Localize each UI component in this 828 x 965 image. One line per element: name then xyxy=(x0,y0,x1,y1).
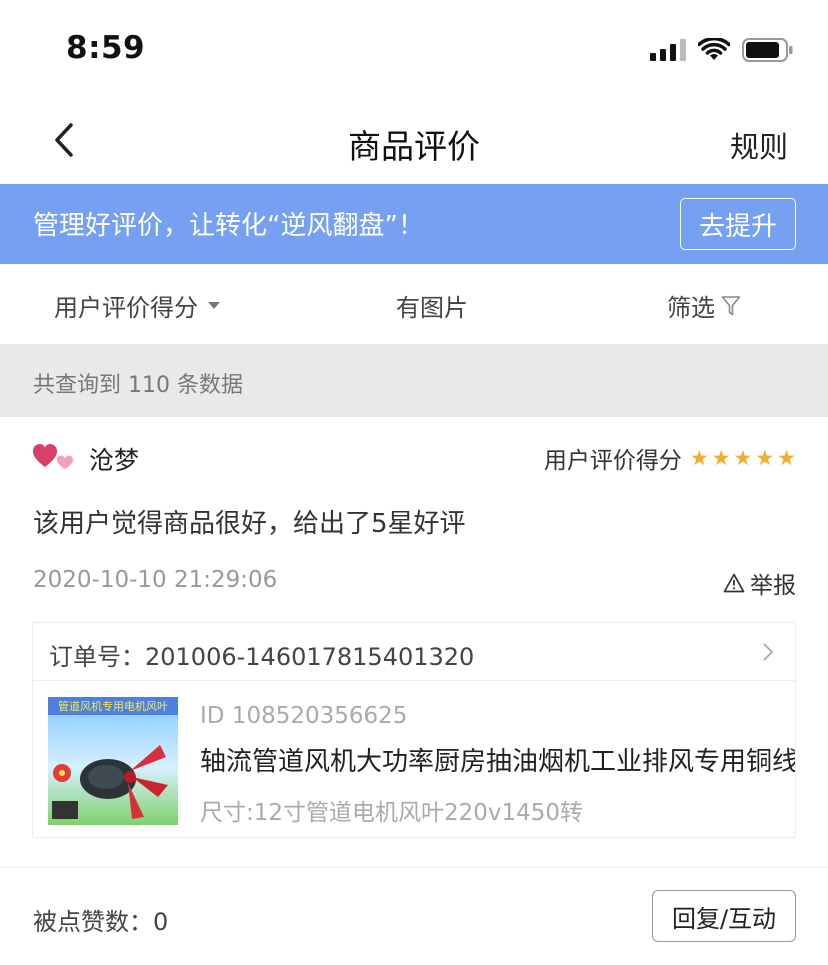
like-count: 被点赞数：0 xyxy=(33,908,169,936)
banner-text: 管理好评价，让转化“逆风翻盘”！ xyxy=(33,211,424,241)
has-images-label: 有图片 xyxy=(396,294,468,322)
funnel-icon xyxy=(721,295,741,315)
status-bar: 8:59 xyxy=(0,0,828,100)
star-icon: ★ xyxy=(733,445,753,470)
product-image[interactable]: 管道风机专用电机风叶 xyxy=(48,697,178,825)
chevron-right-icon xyxy=(763,643,774,661)
product-image-title: 管道风机专用电机风叶 xyxy=(58,699,168,713)
nav-bar: 商品评价 规则 xyxy=(0,100,828,184)
order-card: 订单号：201006-146017815401320 管道风机专用电机风叶 ID… xyxy=(32,622,796,838)
report-label: 举报 xyxy=(750,573,796,599)
user-score-label: 用户评价得分 xyxy=(543,448,682,474)
product-id: ID 108520356625 xyxy=(200,703,408,729)
page-title: 商品评价 xyxy=(348,127,480,166)
username: 沧梦 xyxy=(89,446,140,475)
report-button[interactable]: 举报 xyxy=(723,566,796,600)
star-icon: ★ xyxy=(689,445,709,470)
reply-button[interactable]: 回复/互动 xyxy=(652,890,796,942)
score-sort-label: 用户评价得分 xyxy=(54,294,198,322)
result-count-bar: 共查询到 110 条数据 xyxy=(0,344,828,417)
order-number-row[interactable]: 订单号：201006-146017815401320 xyxy=(33,623,795,681)
avatar xyxy=(33,444,73,469)
star-icon: ★ xyxy=(711,445,731,470)
has-images-filter[interactable]: 有图片 xyxy=(396,288,468,323)
filter-bar: 用户评价得分 有图片 筛选 xyxy=(0,264,828,344)
order-number: 订单号：201006-146017815401320 xyxy=(49,643,475,671)
filter-label: 筛选 xyxy=(667,294,715,322)
product-spec: 尺寸:12寸管道电机风叶220v1450转 xyxy=(200,800,584,826)
wifi-icon xyxy=(698,38,730,60)
product-name[interactable]: 轴流管道风机大功率厨房抽油烟机工业排风专用铜线电机 xyxy=(200,741,795,778)
signal-icon xyxy=(650,39,686,61)
star-icon: ★ xyxy=(755,445,775,470)
star-icon: ★ xyxy=(777,445,796,470)
status-icons xyxy=(650,37,794,63)
divider xyxy=(0,867,828,868)
rules-link[interactable]: 规则 xyxy=(730,124,788,166)
user-score: 用户评价得分 ★ ★ ★ ★ ★ xyxy=(544,441,796,475)
result-count: 共查询到 110 条数据 xyxy=(33,373,243,398)
review-card: 沧梦 用户评价得分 ★ ★ ★ ★ ★ 该用户觉得商品很好，给出了5星好评 20… xyxy=(0,417,828,965)
filter-button[interactable]: 筛选 xyxy=(667,288,741,323)
review-text: 该用户觉得商品很好，给出了5星好评 xyxy=(33,509,466,539)
review-timestamp: 2020-10-10 21:29:06 xyxy=(33,567,278,593)
score-sort-dropdown[interactable]: 用户评价得分 xyxy=(54,288,220,323)
status-time: 8:59 xyxy=(66,30,146,66)
battery-icon xyxy=(742,38,793,62)
rating-stars: ★ ★ ★ ★ ★ xyxy=(689,445,796,470)
caret-down-icon xyxy=(208,302,220,309)
warning-triangle-icon xyxy=(723,573,745,593)
promo-banner: 管理好评价，让转化“逆风翻盘”！ 去提升 xyxy=(0,184,828,264)
improve-button[interactable]: 去提升 xyxy=(680,198,796,250)
